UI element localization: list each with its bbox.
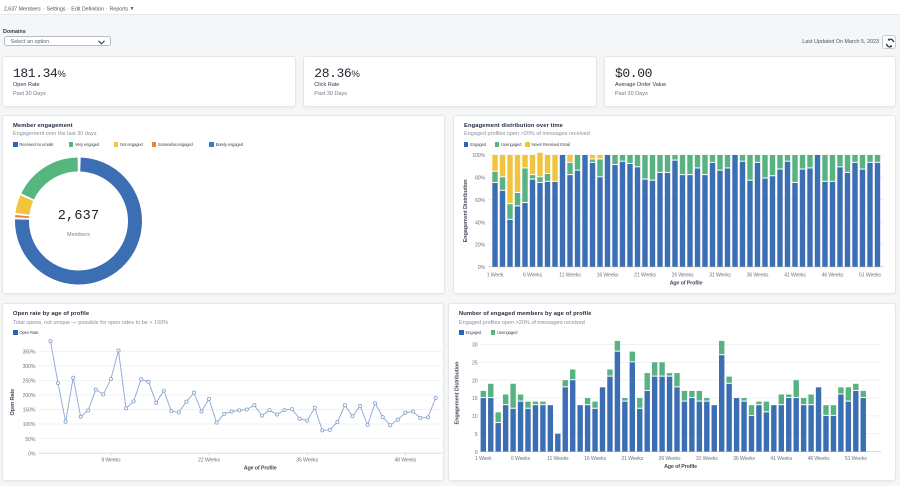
svg-text:Open Rate: Open Rate <box>10 389 16 416</box>
svg-text:0%: 0% <box>28 452 36 458</box>
svg-text:300%: 300% <box>23 364 36 370</box>
svg-text:Engagement Distribution: Engagement Distribution <box>463 179 469 243</box>
svg-text:150%: 150% <box>23 408 36 414</box>
svg-text:250%: 250% <box>23 379 36 385</box>
svg-text:21 Weeks: 21 Weeks <box>621 456 643 462</box>
svg-text:16 Weeks: 16 Weeks <box>597 272 619 278</box>
svg-text:48 Weeks: 48 Weeks <box>394 458 416 464</box>
svg-text:51 Weeks: 51 Weeks <box>845 456 867 462</box>
svg-text:36 Weeks: 36 Weeks <box>747 272 769 278</box>
svg-text:100%: 100% <box>472 153 485 159</box>
svg-text:51 Weeks: 51 Weeks <box>859 272 881 278</box>
svg-text:22 Weeks: 22 Weeks <box>198 458 220 464</box>
svg-text:200%: 200% <box>23 393 36 399</box>
svg-text:25: 25 <box>472 361 478 367</box>
svg-text:11 Weeks: 11 Weeks <box>547 456 569 462</box>
svg-text:30: 30 <box>472 343 478 349</box>
svg-text:10: 10 <box>472 414 478 420</box>
svg-text:16 Weeks: 16 Weeks <box>584 456 606 462</box>
svg-text:46 Weeks: 46 Weeks <box>822 272 844 278</box>
svg-text:26 Weeks: 26 Weeks <box>659 456 681 462</box>
svg-text:50%: 50% <box>25 437 35 443</box>
svg-text:40%: 40% <box>475 220 485 226</box>
svg-text:Age of Profile: Age of Profile <box>664 464 697 470</box>
svg-text:26 Weeks: 26 Weeks <box>672 272 694 278</box>
svg-text:1 Week: 1 Week <box>475 456 492 462</box>
svg-text:350%: 350% <box>23 350 36 356</box>
svg-text:46 Weeks: 46 Weeks <box>808 456 830 462</box>
svg-text:0%: 0% <box>478 265 486 271</box>
svg-text:21 Weeks: 21 Weeks <box>634 272 656 278</box>
svg-text:31 Weeks: 31 Weeks <box>696 456 718 462</box>
svg-text:60%: 60% <box>475 198 485 204</box>
svg-text:0: 0 <box>475 450 478 456</box>
svg-text:1 Week: 1 Week <box>487 272 504 278</box>
svg-text:20: 20 <box>472 379 478 385</box>
svg-text:Age of Profile: Age of Profile <box>670 280 703 286</box>
svg-text:Age of Profile: Age of Profile <box>244 466 277 472</box>
svg-text:80%: 80% <box>475 176 485 182</box>
svg-text:36 Weeks: 36 Weeks <box>733 456 755 462</box>
svg-text:31 Weeks: 31 Weeks <box>709 272 731 278</box>
svg-text:6 Weeks: 6 Weeks <box>523 272 543 278</box>
svg-text:Engagement Distribution: Engagement Distribution <box>455 361 461 425</box>
svg-text:5: 5 <box>475 432 478 438</box>
svg-text:41 Weeks: 41 Weeks <box>784 272 806 278</box>
svg-text:6 Weeks: 6 Weeks <box>511 456 531 462</box>
svg-text:15: 15 <box>472 397 478 403</box>
svg-text:11 Weeks: 11 Weeks <box>559 272 581 278</box>
svg-text:9 Weeks: 9 Weeks <box>101 458 121 464</box>
svg-text:35 Weeks: 35 Weeks <box>296 458 318 464</box>
svg-text:20%: 20% <box>475 243 485 249</box>
svg-text:41 Weeks: 41 Weeks <box>770 456 792 462</box>
svg-text:100%: 100% <box>23 423 36 429</box>
